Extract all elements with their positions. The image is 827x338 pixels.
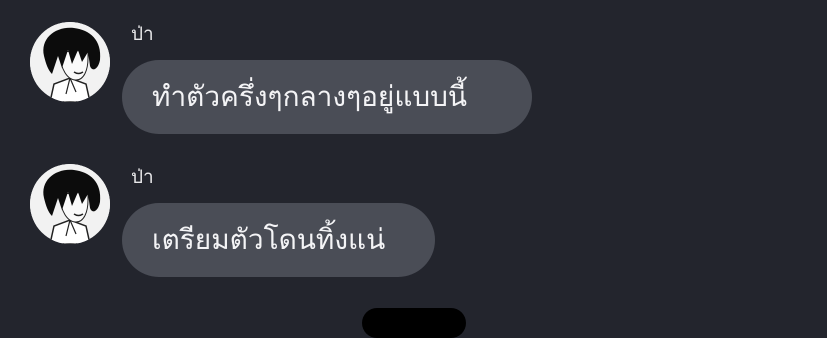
user-avatar-icon[interactable] bbox=[30, 164, 110, 244]
message-bubble[interactable]: เตรียมตัวโดนทิ้งแน่ bbox=[122, 203, 435, 277]
user-avatar-icon[interactable] bbox=[30, 22, 110, 102]
chat-thread: ป่า ทำตัวครึ่งๆกลางๆอยู่แบบนี้ ป่า เตรีย… bbox=[0, 0, 827, 338]
sender-name: ป่า bbox=[131, 166, 154, 188]
message-bubble[interactable]: ทำตัวครึ่งๆกลางๆอยู่แบบนี้ bbox=[122, 60, 532, 134]
sender-name: ป่า bbox=[131, 23, 154, 45]
